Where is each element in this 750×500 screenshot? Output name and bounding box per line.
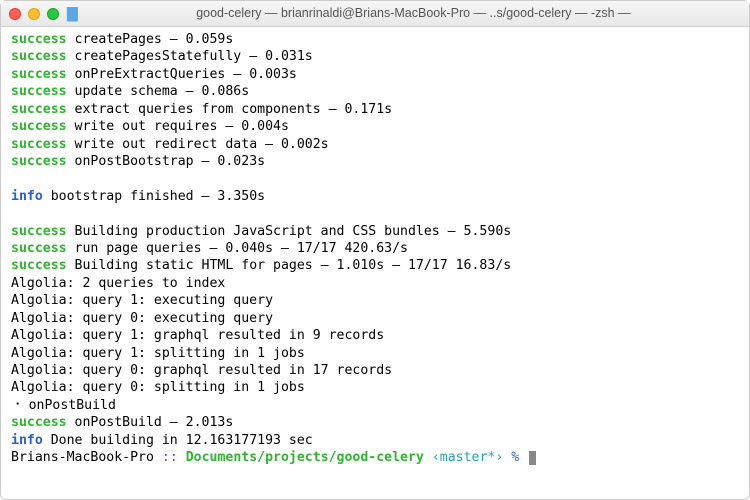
status-success: success bbox=[11, 49, 67, 64]
log-line: info bootstrap finished — 3.350s bbox=[11, 188, 739, 205]
log-line: success update schema — 0.086s bbox=[11, 83, 739, 100]
cursor-icon bbox=[529, 451, 536, 465]
status-success: success bbox=[11, 154, 67, 169]
log-line: success Building static HTML for pages —… bbox=[11, 257, 739, 274]
status-success: success bbox=[11, 258, 67, 273]
log-line: Algolia: 2 queries to index bbox=[11, 275, 739, 292]
prompt-path: Documents/projects/good-celery bbox=[186, 450, 424, 465]
log-line: success extract queries from components … bbox=[11, 101, 739, 118]
log-line: info Done building in 12.163177193 sec bbox=[11, 432, 739, 449]
status-info: info bbox=[11, 433, 43, 448]
spinner-line: ⠐ onPostBuild bbox=[11, 397, 739, 414]
blank-line bbox=[11, 205, 739, 222]
status-success: success bbox=[11, 32, 67, 47]
log-line: success write out requires — 0.004s bbox=[11, 118, 739, 135]
status-success: success bbox=[11, 84, 67, 99]
terminal-output[interactable]: success createPages — 0.059s success cre… bbox=[1, 27, 749, 473]
log-line: success write out redirect data — 0.002s bbox=[11, 136, 739, 153]
status-success: success bbox=[11, 241, 67, 256]
blank-line bbox=[11, 170, 739, 187]
log-line: success Building production JavaScript a… bbox=[11, 223, 739, 240]
window-title: good-celery — brianrinaldi@Brians-MacBoo… bbox=[86, 5, 741, 22]
log-line: Algolia: query 1: graphql resulted in 9 … bbox=[11, 327, 739, 344]
log-line: Algolia: query 0: splitting in 1 jobs bbox=[11, 379, 739, 396]
log-line: success createPages — 0.059s bbox=[11, 31, 739, 48]
log-line: success run page queries — 0.040s — 17/1… bbox=[11, 240, 739, 257]
status-success: success bbox=[11, 119, 67, 134]
log-line: Algolia: query 1: splitting in 1 jobs bbox=[11, 345, 739, 362]
prompt-branch: master* bbox=[440, 450, 496, 465]
log-line: Algolia: query 0: graphql resulted in 17… bbox=[11, 362, 739, 379]
prompt-host: Brians-MacBook-Pro bbox=[11, 450, 154, 465]
zoom-icon[interactable] bbox=[47, 8, 59, 20]
window-controls bbox=[9, 8, 59, 20]
log-line: success createPagesStatefully — 0.031s bbox=[11, 48, 739, 65]
log-line: success onPostBootstrap — 0.023s bbox=[11, 153, 739, 170]
status-success: success bbox=[11, 137, 67, 152]
prompt-line[interactable]: Brians-MacBook-Pro :: Documents/projects… bbox=[11, 449, 739, 466]
log-line: Algolia: query 0: executing query bbox=[11, 310, 739, 327]
status-info: info bbox=[11, 189, 43, 204]
log-line: success onPreExtractQueries — 0.003s bbox=[11, 66, 739, 83]
prompt-branch-open: ‹ bbox=[424, 450, 440, 465]
titlebar: ▇ good-celery — brianrinaldi@Brians-MacB… bbox=[1, 1, 749, 27]
status-success: success bbox=[11, 102, 67, 117]
minimize-icon[interactable] bbox=[28, 8, 40, 20]
status-success: success bbox=[11, 415, 67, 430]
close-icon[interactable] bbox=[9, 8, 21, 20]
status-success: success bbox=[11, 224, 67, 239]
log-line: success onPostBuild — 2.013s bbox=[11, 414, 739, 431]
prompt-sigil: % bbox=[503, 450, 527, 465]
log-line: Algolia: query 1: executing query bbox=[11, 292, 739, 309]
prompt-sep: :: bbox=[154, 450, 186, 465]
status-success: success bbox=[11, 67, 67, 82]
folder-icon: ▇ bbox=[67, 4, 78, 22]
